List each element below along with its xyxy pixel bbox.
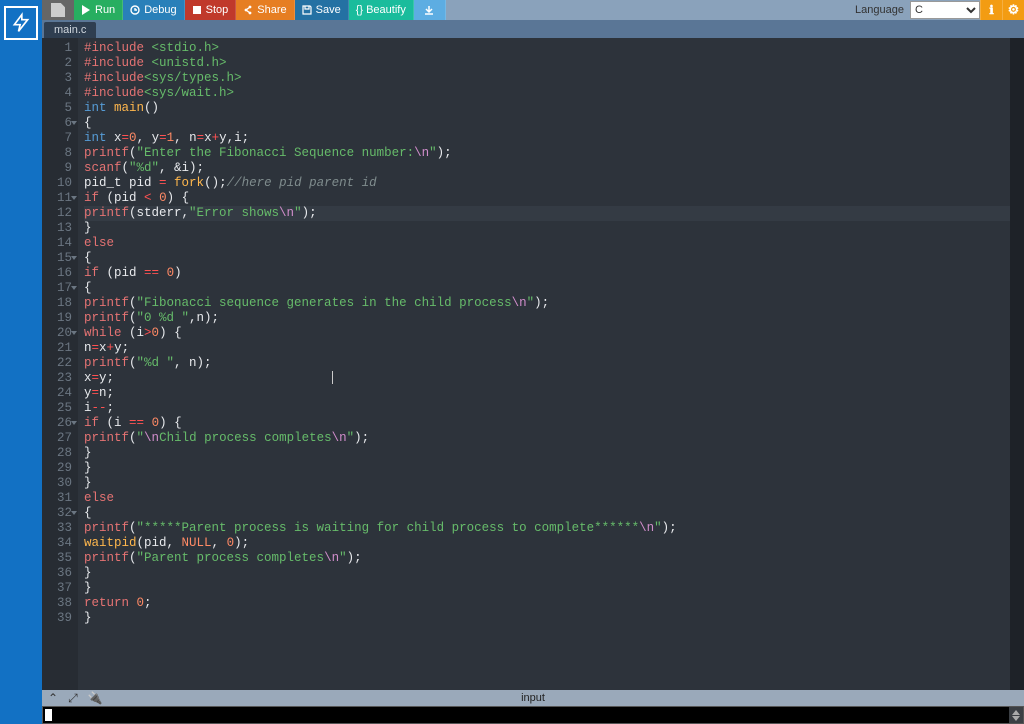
expand-icon[interactable]: ⤢ xyxy=(68,691,78,706)
play-icon xyxy=(81,5,91,15)
code-line[interactable]: y=n; xyxy=(84,386,1024,401)
code-line[interactable]: printf("*****Parent process is waiting f… xyxy=(84,521,1024,536)
code-area[interactable]: #include <stdio.h>#include <unistd.h>#in… xyxy=(78,38,1024,690)
stop-icon xyxy=(192,5,202,15)
code-line[interactable]: } xyxy=(84,446,1024,461)
input-label: input xyxy=(521,692,545,704)
status-bar: ⌃ ⤢ 🔌 input xyxy=(42,690,1024,706)
language-select[interactable]: C xyxy=(910,1,980,19)
new-file-button[interactable] xyxy=(42,0,74,20)
scroll-down-button[interactable] xyxy=(1011,714,1021,722)
code-editor[interactable]: 1234567891011121314151617181920212223242… xyxy=(42,38,1024,690)
code-line[interactable]: } xyxy=(84,566,1024,581)
console-scrollbar[interactable] xyxy=(1009,707,1023,723)
code-line[interactable]: printf(stderr,"Error shows\n"); xyxy=(84,206,1024,221)
download-icon xyxy=(424,5,434,15)
share-label: Share xyxy=(257,4,286,16)
code-line[interactable]: return 0; xyxy=(84,596,1024,611)
code-line[interactable]: } xyxy=(84,221,1024,236)
document-icon xyxy=(51,3,65,17)
tab-file[interactable]: main.c xyxy=(44,22,96,38)
debug-button[interactable]: Debug xyxy=(123,0,184,20)
code-line[interactable]: while (i>0) { xyxy=(84,326,1024,341)
code-line[interactable]: #include <unistd.h> xyxy=(84,56,1024,71)
brand-sidebar xyxy=(0,0,42,724)
clock-icon xyxy=(130,5,140,15)
code-line[interactable]: scanf("%d", &i); xyxy=(84,161,1024,176)
code-line[interactable]: { xyxy=(84,116,1024,131)
tab-strip: main.c xyxy=(42,20,1024,38)
brand-logo xyxy=(4,6,38,40)
code-line[interactable]: if (pid == 0) xyxy=(84,266,1024,281)
beautify-button[interactable]: {} Beautify xyxy=(349,0,414,20)
code-line[interactable]: int x=0, y=1, n=x+y,i; xyxy=(84,131,1024,146)
toolbar: Run Debug Stop Share Save {} Beautify La… xyxy=(42,0,1024,20)
share-icon xyxy=(243,5,253,15)
code-line[interactable]: #include<sys/types.h> xyxy=(84,71,1024,86)
code-line[interactable]: } xyxy=(84,461,1024,476)
stop-button[interactable]: Stop xyxy=(185,0,237,20)
code-line[interactable]: int main() xyxy=(84,101,1024,116)
code-line[interactable]: pid_t pid = fork();//here pid parent id xyxy=(84,176,1024,191)
info-button[interactable]: ℹ xyxy=(980,0,1002,20)
code-line[interactable]: if (i == 0) { xyxy=(84,416,1024,431)
beautify-label: {} Beautify xyxy=(356,4,406,16)
code-line[interactable]: i--; xyxy=(84,401,1024,416)
code-line[interactable]: waitpid(pid, NULL, 0); xyxy=(84,536,1024,551)
save-button[interactable]: Save xyxy=(295,0,349,20)
code-line[interactable]: x=y; xyxy=(84,371,1024,386)
code-line[interactable]: if (pid < 0) { xyxy=(84,191,1024,206)
code-line[interactable]: } xyxy=(84,476,1024,491)
code-line[interactable]: n=x+y; xyxy=(84,341,1024,356)
code-line[interactable]: printf("%d ", n); xyxy=(84,356,1024,371)
line-gutter: 1234567891011121314151617181920212223242… xyxy=(42,38,78,690)
code-line[interactable]: { xyxy=(84,281,1024,296)
debug-label: Debug xyxy=(144,4,176,16)
code-line[interactable]: else xyxy=(84,236,1024,251)
save-label: Save xyxy=(316,4,341,16)
share-button[interactable]: Share xyxy=(236,0,294,20)
editor-scrollbar[interactable] xyxy=(1010,38,1024,690)
console-input[interactable] xyxy=(42,706,1024,724)
code-line[interactable]: } xyxy=(84,611,1024,626)
code-line[interactable]: printf("\nChild process completes\n"); xyxy=(84,431,1024,446)
text-cursor xyxy=(332,371,333,384)
run-label: Run xyxy=(95,4,115,16)
code-line[interactable]: else xyxy=(84,491,1024,506)
download-button[interactable] xyxy=(414,0,446,20)
code-line[interactable]: printf("Parent process completes\n"); xyxy=(84,551,1024,566)
run-button[interactable]: Run xyxy=(74,0,123,20)
code-line[interactable]: printf("Fibonacci sequence generates in … xyxy=(84,296,1024,311)
info-icon: ℹ xyxy=(989,3,994,17)
code-line[interactable]: printf("0 %d ",n); xyxy=(84,311,1024,326)
gear-icon: ⚙ xyxy=(1008,2,1020,18)
code-line[interactable]: #include <stdio.h> xyxy=(84,41,1024,56)
code-line[interactable]: #include<sys/wait.h> xyxy=(84,86,1024,101)
code-line[interactable]: printf("Enter the Fibonacci Sequence num… xyxy=(84,146,1024,161)
settings-button[interactable]: ⚙ xyxy=(1002,0,1024,20)
code-line[interactable]: } xyxy=(84,581,1024,596)
stop-label: Stop xyxy=(206,4,229,16)
chevron-up-icon[interactable]: ⌃ xyxy=(48,691,58,706)
code-line[interactable]: { xyxy=(84,506,1024,521)
code-line[interactable]: { xyxy=(84,251,1024,266)
language-label: Language xyxy=(849,0,910,20)
save-icon xyxy=(302,5,312,15)
plug-icon[interactable]: 🔌 xyxy=(88,691,103,706)
